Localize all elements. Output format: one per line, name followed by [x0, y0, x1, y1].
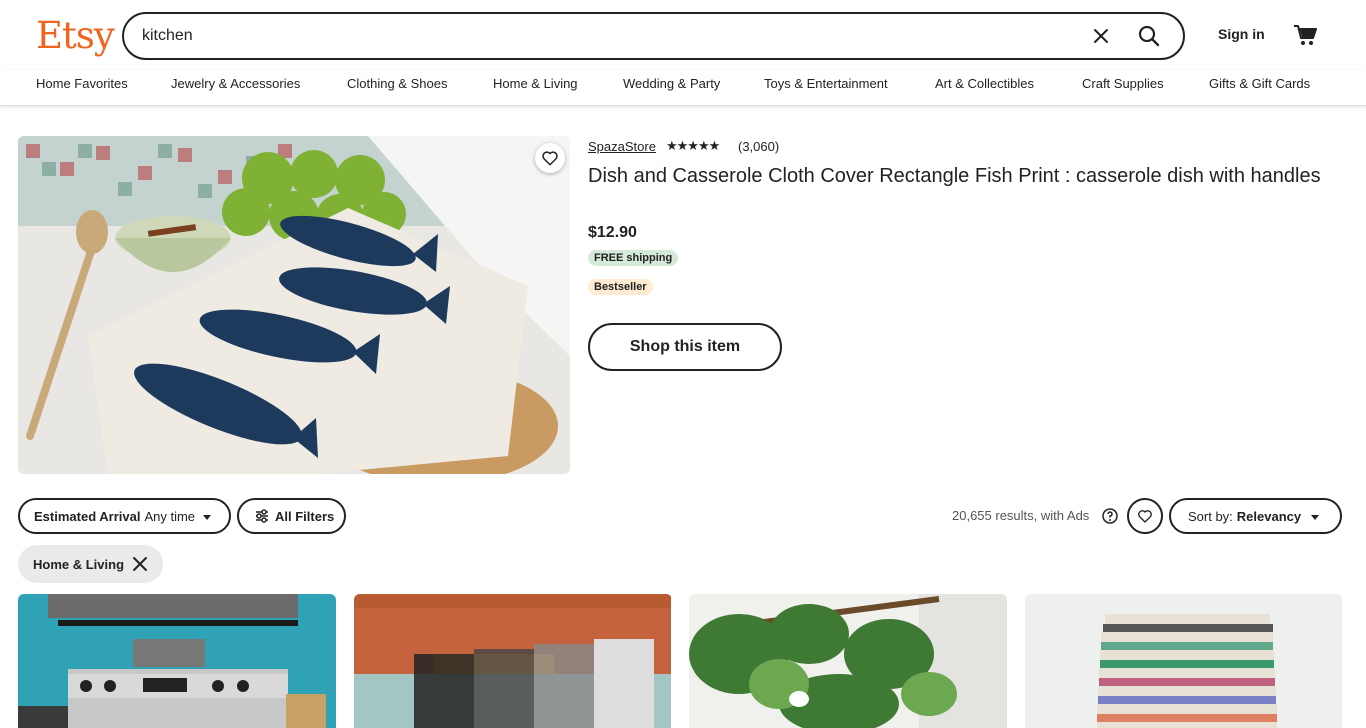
clear-search-icon[interactable] [1089, 24, 1113, 48]
nav-gifts-gift-cards[interactable]: Gifts & Gift Cards [1209, 76, 1310, 91]
search-icon[interactable] [1135, 22, 1163, 50]
etsy-logo[interactable]: Etsy [36, 12, 115, 60]
all-filters-label: All Filters [275, 508, 335, 524]
sort-value: Relevancy [1236, 508, 1302, 524]
help-circle-icon[interactable] [1102, 508, 1118, 524]
nav-home-favorites[interactable]: Home Favorites [36, 76, 128, 91]
nav-home-living[interactable]: Home & Living [493, 76, 578, 91]
favorite-heart-icon[interactable] [535, 143, 565, 173]
all-filters-button[interactable]: All Filters [237, 498, 346, 534]
chevron-down-icon [203, 509, 212, 524]
cart-icon[interactable] [1292, 22, 1318, 48]
listing-price: $12.90 [588, 224, 637, 241]
nav-craft-supplies[interactable]: Craft Supplies [1082, 76, 1164, 91]
shop-this-item-button[interactable]: Shop this item [588, 323, 782, 371]
active-filter-chip[interactable]: Home & Living [18, 545, 163, 583]
sort-dropdown[interactable]: Sort by: Relevancy [1169, 498, 1342, 534]
chevron-down-icon [1311, 509, 1320, 524]
remove-filter-icon[interactable] [133, 557, 147, 571]
nav-jewelry-accessories[interactable]: Jewelry & Accessories [171, 76, 300, 91]
bestseller-badge: Bestseller [588, 279, 653, 295]
active-filter-label: Home & Living [33, 556, 125, 572]
listing-card-image[interactable] [1025, 594, 1343, 728]
save-search-heart-icon[interactable] [1127, 498, 1163, 534]
nav-toys-entertainment[interactable]: Toys & Entertainment [764, 76, 888, 91]
listing-card-image[interactable] [689, 594, 1007, 728]
listing-title[interactable]: Dish and Casserole Cloth Cover Rectangle… [588, 162, 1328, 190]
category-nav: Home Favorites Jewelry & Accessories Clo… [0, 70, 1366, 106]
search-input[interactable] [142, 14, 1042, 58]
rating-stars: ★★★★★ [666, 138, 720, 153]
nav-clothing-shoes[interactable]: Clothing & Shoes [347, 76, 447, 91]
shop-name-link[interactable]: SpazaStore [588, 139, 656, 154]
estimated-arrival-value: Any time [144, 508, 196, 524]
review-count: (3,060) [738, 139, 780, 154]
ad-listing-image[interactable] [18, 136, 570, 474]
listing-card-image[interactable] [18, 594, 336, 728]
search-bar [122, 12, 1185, 60]
sort-label: Sort by: [1188, 508, 1233, 524]
estimated-arrival-label: Estimated Arrival [34, 508, 141, 524]
nav-art-collectibles[interactable]: Art & Collectibles [935, 76, 1034, 91]
listing-card-image[interactable] [354, 594, 672, 728]
filter-sliders-icon [255, 509, 269, 523]
sign-in-link[interactable]: Sign in [1218, 26, 1265, 42]
results-count: 20,655 results, with Ads [952, 508, 1090, 523]
free-shipping-badge: FREE shipping [588, 250, 679, 266]
estimated-arrival-dropdown[interactable]: Estimated Arrival Any time [18, 498, 231, 534]
nav-wedding-party[interactable]: Wedding & Party [623, 76, 720, 91]
